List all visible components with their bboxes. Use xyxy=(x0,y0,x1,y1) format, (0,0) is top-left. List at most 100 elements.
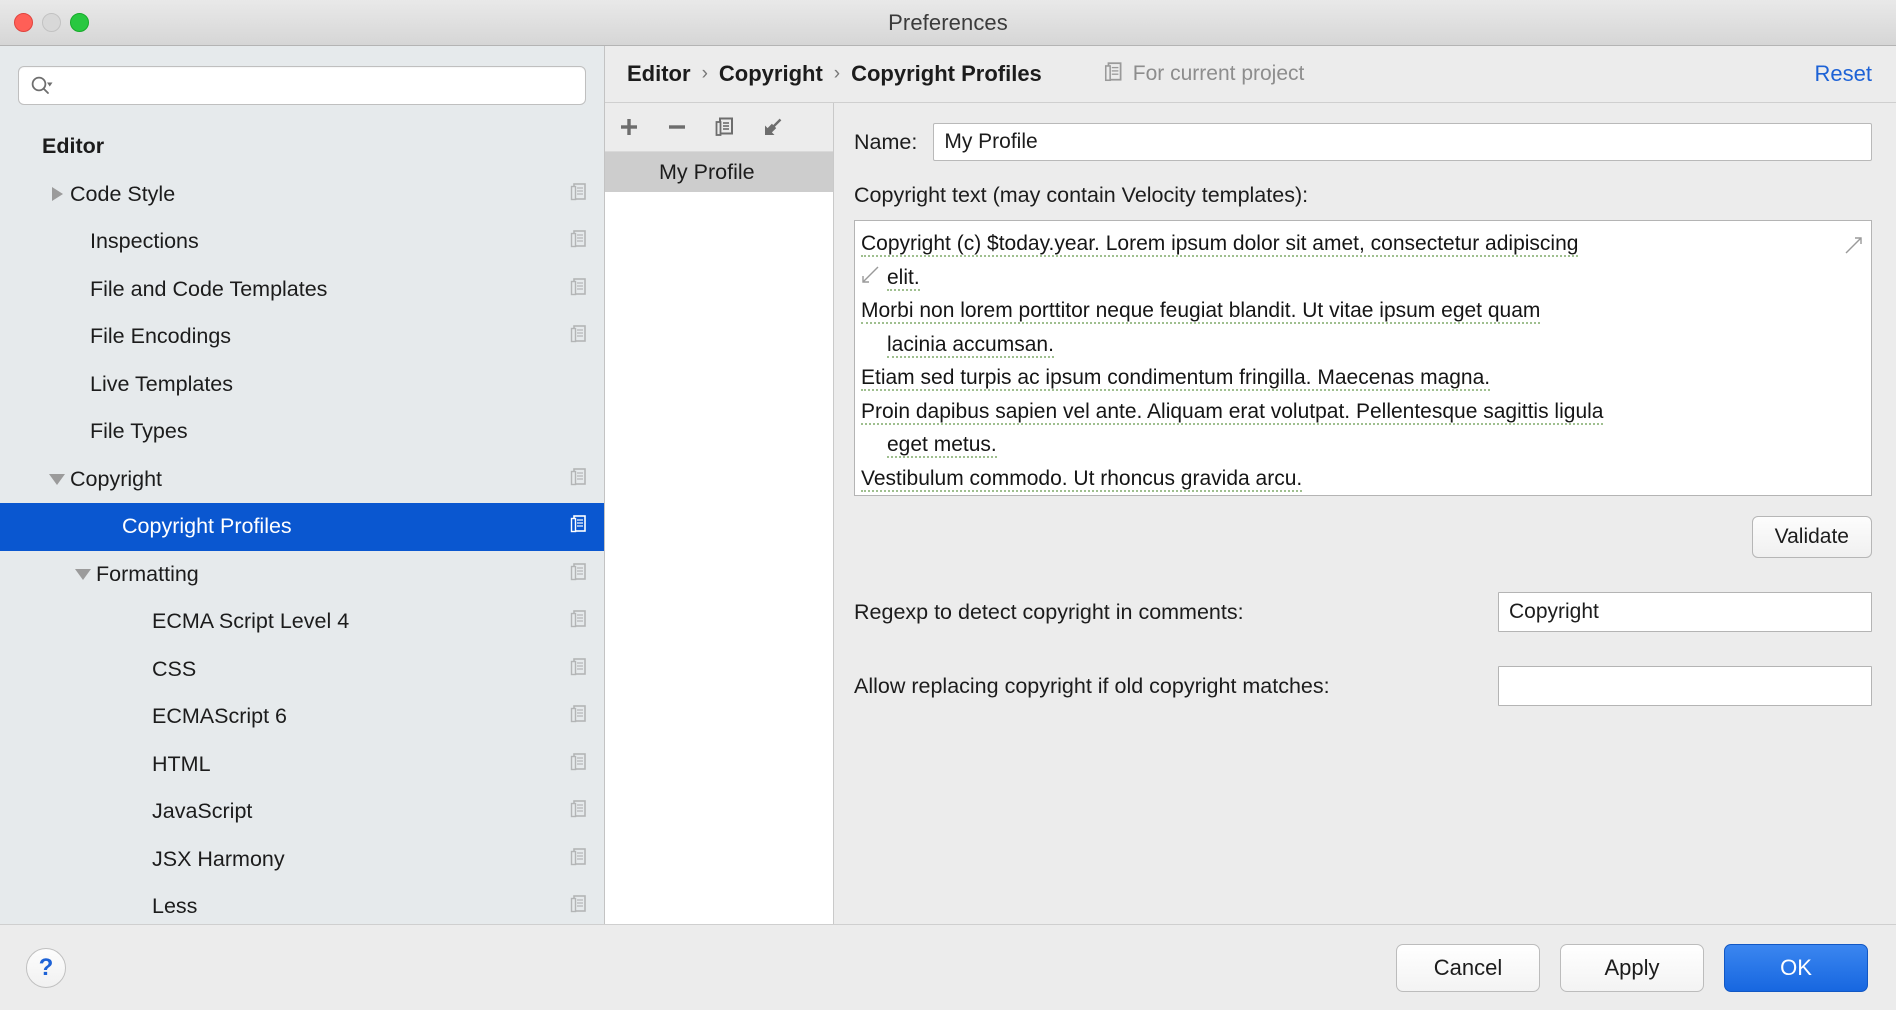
copyright-text-line: Copyright (c) $today.year. Lorem ipsum d… xyxy=(857,227,1863,261)
sidebar-item-code-style[interactable]: Code Style xyxy=(0,171,604,219)
settings-tree: Editor Code Style Inspections File and C… xyxy=(0,119,604,924)
chevron-down-icon[interactable] xyxy=(70,568,96,580)
reset-button[interactable]: Reset xyxy=(1815,61,1872,87)
sidebar-item-inspections[interactable]: Inspections xyxy=(0,218,604,266)
sidebar-item-file-encodings[interactable]: File Encodings xyxy=(0,313,604,361)
copyright-text-line: Etiam sed turpis ac ipsum condimentum fr… xyxy=(857,361,1863,395)
traffic-light-controls xyxy=(14,0,89,45)
search-input[interactable] xyxy=(59,73,575,98)
copyright-text-editor[interactable]: Copyright (c) $today.year. Lorem ipsum d… xyxy=(854,220,1872,496)
breadcrumb: Editor › Copyright › Copyright Profiles … xyxy=(605,46,1896,102)
sidebar-item-file-and-code-templates[interactable]: File and Code Templates xyxy=(0,266,604,314)
search-container xyxy=(0,46,604,119)
copy-profile-button[interactable] xyxy=(711,113,739,141)
regexp-row: Regexp to detect copyright in comments: xyxy=(854,592,1872,632)
copyright-text-line: Vestibulum commodo. Ut rhoncus gravida a… xyxy=(857,462,1863,496)
copyright-text-line: elit. xyxy=(857,261,1863,295)
chevron-down-icon[interactable] xyxy=(44,473,70,485)
for-current-project-label: For current project xyxy=(1132,62,1305,85)
breadcrumb-separator-icon: › xyxy=(701,63,708,84)
validate-row: Validate xyxy=(854,516,1872,558)
project-scope-icon xyxy=(570,467,588,492)
validate-button[interactable]: Validate xyxy=(1751,516,1872,558)
breadcrumb-part-copyright-profiles: Copyright Profiles xyxy=(851,61,1042,86)
allow-replace-input[interactable] xyxy=(1498,666,1872,706)
copyright-text-line: Proin dapibus sapien vel ante. Aliquam e… xyxy=(857,395,1863,429)
project-scope-icon xyxy=(570,752,588,777)
copyright-text-line-content: Etiam sed turpis ac ipsum condimentum fr… xyxy=(861,366,1491,391)
copyright-text-line: eget metus. xyxy=(857,428,1863,462)
regexp-input[interactable] xyxy=(1498,592,1872,632)
search-box[interactable] xyxy=(18,66,586,105)
copyright-text-line: Morbi non lorem porttitor neque feugiat … xyxy=(857,294,1863,328)
name-row: Name: xyxy=(854,123,1872,161)
sidebar-item-html[interactable]: HTML xyxy=(0,741,604,789)
sidebar-item-formatting[interactable]: Formatting xyxy=(0,551,604,599)
sidebar-item-copyright-profiles[interactable]: Copyright Profiles xyxy=(0,503,604,551)
settings-sidebar: Editor Code Style Inspections File and C… xyxy=(0,46,605,924)
copyright-text-line-content: Vestibulum commodo. Ut rhoncus gravida a… xyxy=(861,466,1303,492)
sidebar-item-label: Editor xyxy=(42,134,105,159)
profiles-panel: My Profile xyxy=(605,103,834,924)
chevron-right-icon[interactable] xyxy=(44,187,70,202)
profile-name-input[interactable] xyxy=(933,123,1872,161)
copyright-text-line-content: Morbi non lorem porttitor neque feugiat … xyxy=(861,299,1541,324)
project-scope-icon xyxy=(570,704,588,729)
breadcrumb-part-copyright[interactable]: Copyright xyxy=(719,61,823,87)
remove-profile-button[interactable] xyxy=(663,113,691,141)
sidebar-item-ecma-script-level-4[interactable]: ECMA Script Level 4 xyxy=(0,598,604,646)
sidebar-item-label: Less xyxy=(152,894,198,919)
sidebar-item-label: Copyright Profiles xyxy=(122,514,292,539)
project-scope-icon xyxy=(570,894,588,919)
sidebar-item-label: Formatting xyxy=(96,561,199,586)
add-profile-button[interactable] xyxy=(615,113,643,141)
sidebar-item-label: Inspections xyxy=(90,229,199,254)
copyright-text-line-content: eget metus. xyxy=(887,433,997,458)
zoom-window-button[interactable] xyxy=(70,13,89,32)
project-scope-icon xyxy=(1104,61,1124,88)
sidebar-item-label: File Types xyxy=(90,419,188,444)
sidebar-item-jsx-harmony[interactable]: JSX Harmony xyxy=(0,836,604,884)
sidebar-item-live-templates[interactable]: Live Templates xyxy=(0,361,604,409)
sidebar-item-label: File and Code Templates xyxy=(90,276,328,301)
window-title: Preferences xyxy=(888,9,1008,35)
project-scope-icon xyxy=(570,609,588,634)
project-scope-icon xyxy=(570,562,588,587)
breadcrumb-part-editor[interactable]: Editor xyxy=(627,61,691,87)
copyright-text-line-content: Copyright (c) $today.year. Lorem ipsum d… xyxy=(861,232,1579,257)
sidebar-item-label: JSX Harmony xyxy=(152,846,285,871)
sidebar-item-label: File Encodings xyxy=(90,324,232,349)
project-scope-icon xyxy=(570,229,588,254)
apply-button[interactable]: Apply xyxy=(1560,943,1704,992)
sidebar-item-javascript[interactable]: JavaScript xyxy=(0,788,604,836)
import-profile-button[interactable] xyxy=(759,113,787,141)
copyright-text-line: lacinia accumsan. xyxy=(857,328,1863,362)
cancel-button[interactable]: Cancel xyxy=(1396,943,1540,992)
project-scope-icon xyxy=(570,847,588,872)
copyright-text-label: Copyright text (may contain Velocity tem… xyxy=(854,183,1309,207)
help-button[interactable]: ? xyxy=(26,947,66,988)
profile-list-item[interactable]: My Profile xyxy=(605,152,833,192)
sidebar-item-less[interactable]: Less xyxy=(0,883,604,924)
breadcrumb-separator-icon: › xyxy=(833,63,841,84)
ok-button[interactable]: OK xyxy=(1724,943,1868,992)
allow-replace-row: Allow replacing copyright if old copyrig… xyxy=(854,666,1872,706)
close-window-button[interactable] xyxy=(14,13,33,32)
profiles-list[interactable]: My Profile xyxy=(605,152,833,924)
copyright-text-line-content: lacinia accumsan. xyxy=(887,332,1054,358)
sidebar-item-label: CSS xyxy=(152,656,197,681)
project-scope-icon xyxy=(570,277,588,302)
sidebar-item-css[interactable]: CSS xyxy=(0,646,604,694)
minimize-window-button[interactable] xyxy=(42,13,61,32)
sidebar-item-copyright[interactable]: Copyright xyxy=(0,456,604,504)
sidebar-item-ecmascript-6[interactable]: ECMAScript 6 xyxy=(0,693,604,741)
for-current-project-indicator: For current project xyxy=(1104,61,1305,88)
sidebar-item-label: ECMA Script Level 4 xyxy=(152,609,350,634)
window-body: Editor Code Style Inspections File and C… xyxy=(0,46,1896,924)
sidebar-item-file-types[interactable]: File Types xyxy=(0,408,604,456)
regexp-label: Regexp to detect copyright in comments: xyxy=(854,599,1244,624)
profiles-toolbar xyxy=(605,103,833,152)
sidebar-item-editor[interactable]: Editor xyxy=(0,123,604,171)
profile-form: Name: Copyright text (may contain Veloci… xyxy=(834,103,1896,924)
window-titlebar: Preferences xyxy=(0,0,1896,46)
